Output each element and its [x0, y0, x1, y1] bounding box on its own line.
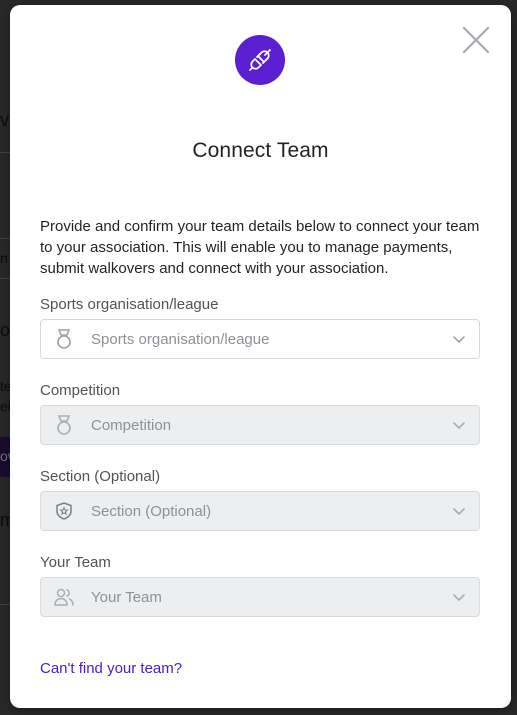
close-button[interactable]: [461, 25, 491, 55]
sports-organisation-label: Sports organisation/league: [40, 296, 219, 313]
your-team-select[interactable]: Your Team: [40, 577, 480, 617]
chevron-down-icon: [451, 331, 467, 347]
cant-find-team-link[interactable]: Can't find your team?: [40, 660, 182, 677]
section-label: Section (Optional): [40, 468, 161, 485]
chevron-down-icon: [451, 417, 467, 433]
sports-organisation-select[interactable]: Sports organisation/league: [40, 319, 480, 359]
shield-star-icon: [52, 499, 76, 523]
sports-organisation-placeholder: Sports organisation/league: [91, 330, 270, 348]
close-icon: [462, 26, 490, 54]
plug-icon-badge: [235, 35, 285, 85]
chevron-down-icon: [451, 503, 467, 519]
section-placeholder: Section (Optional): [91, 502, 212, 520]
medal-icon: [52, 327, 76, 351]
competition-select[interactable]: Competition: [40, 405, 480, 445]
plug-icon: [249, 49, 271, 71]
your-team-label: Your Team: [40, 554, 111, 571]
team-users-icon: [52, 585, 76, 609]
section-select[interactable]: Section (Optional): [40, 491, 480, 531]
modal-description: Provide and confirm your team details be…: [40, 218, 480, 277]
your-team-placeholder: Your Team: [91, 588, 162, 606]
competition-label: Competition: [40, 382, 121, 399]
connect-team-modal: Connect Team Provide and confirm your te…: [10, 5, 511, 708]
competition-placeholder: Competition: [91, 416, 172, 434]
modal-title: Connect Team: [192, 139, 329, 162]
chevron-down-icon: [451, 589, 467, 605]
medal-icon: [52, 413, 76, 437]
